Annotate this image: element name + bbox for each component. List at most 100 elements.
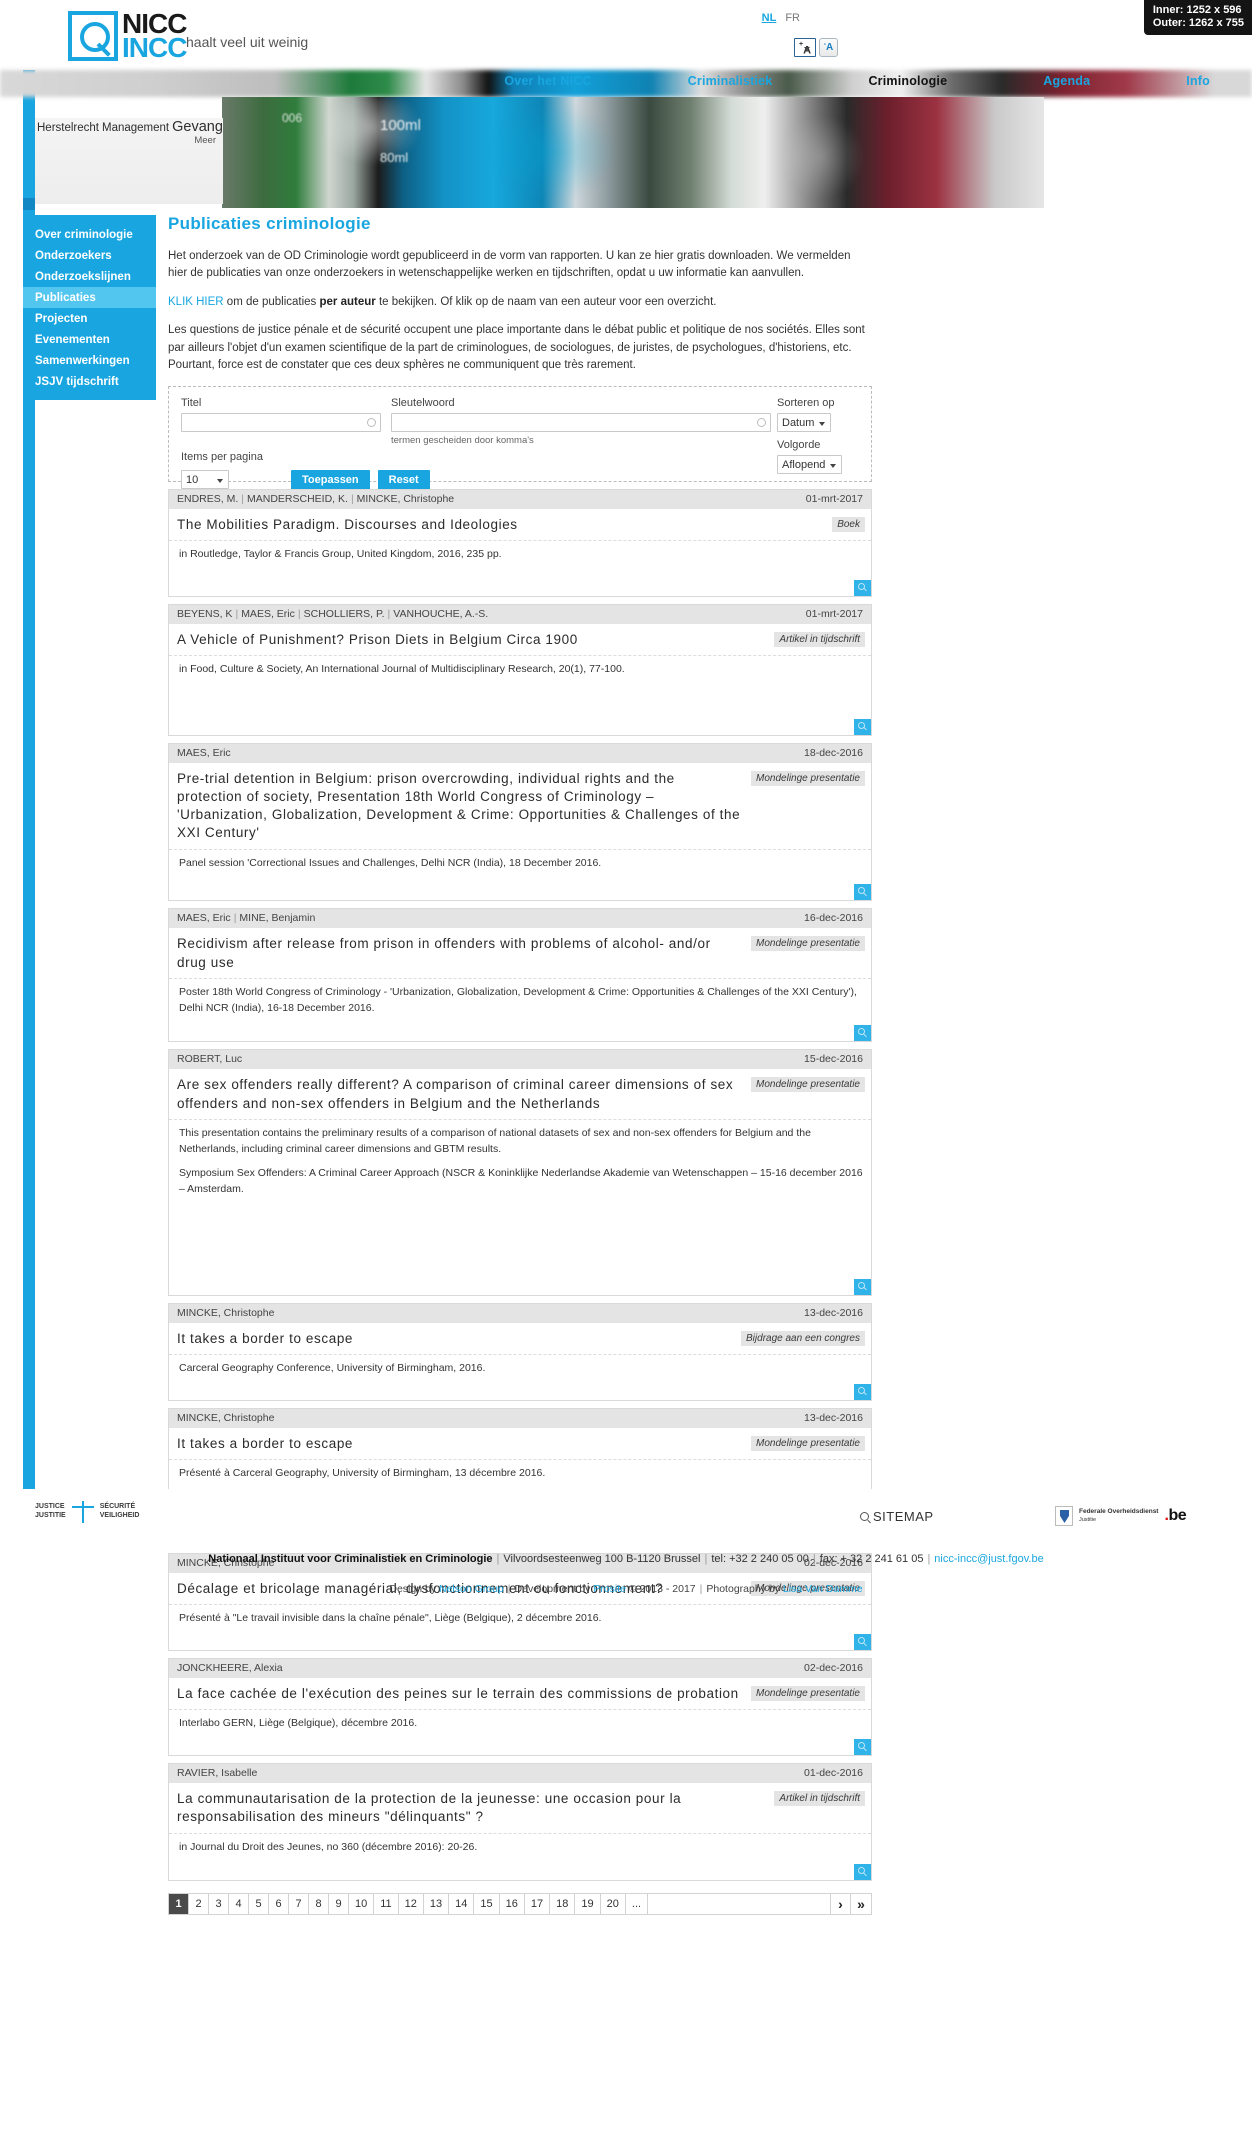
publication-detail-button[interactable] — [854, 718, 871, 735]
author-link[interactable]: MAES, Eric — [177, 747, 231, 759]
publication-title[interactable]: Are sex offenders really different? A co… — [177, 1076, 751, 1112]
publication-card[interactable]: MAES, Eric | MINE, Benjamin 16-dec-2016 Reci… — [168, 908, 872, 1043]
author-link[interactable]: JONCKHEERE, Alexia — [177, 1662, 283, 1674]
pagination-page-7[interactable]: 7 — [289, 1894, 309, 1915]
sitemap-link[interactable]: SITEMAP — [860, 1509, 934, 1524]
publication-title[interactable]: The Mobilities Paradigm. Discourses and … — [177, 516, 832, 534]
sidebar-item-samenwerkingen[interactable]: Samenwerkingen — [23, 350, 156, 371]
author-link[interactable]: BEYENS, K — [177, 608, 232, 620]
publication-detail-button[interactable] — [854, 1634, 871, 1651]
tagcloud-tag[interactable]: Herstelrecht — [37, 122, 99, 134]
publication-detail-button[interactable] — [854, 1278, 871, 1295]
pagination-page-6[interactable]: 6 — [269, 1894, 289, 1915]
pagination-page-19[interactable]: 19 — [575, 1894, 601, 1915]
pagination-page-15[interactable]: 15 — [474, 1894, 500, 1915]
publication-detail-button[interactable] — [854, 1739, 871, 1756]
pagination-page-...[interactable]: ... — [626, 1894, 649, 1915]
publication-card[interactable]: RAVIER, Isabelle 01-dec-2016 La communauta… — [168, 1763, 872, 1882]
lang-nl-link[interactable]: NL — [762, 12, 777, 24]
development-credit-link[interactable]: Prosite — [593, 1583, 626, 1595]
site-logo[interactable]: NICC INCC — [68, 9, 187, 62]
author-link[interactable]: MANDERSCHEID, K. — [247, 493, 348, 505]
sidebar-item-onderzoekslijnen[interactable]: Onderzoekslijnen — [23, 266, 156, 287]
font-decrease-button[interactable]: -A — [819, 38, 838, 57]
clear-icon[interactable] — [367, 417, 376, 427]
nav-item-criminologie[interactable]: Criminologie — [868, 74, 947, 96]
publication-detail-button[interactable] — [854, 1864, 871, 1881]
nav-item-info[interactable]: Info — [1186, 74, 1210, 96]
publication-title[interactable]: La face cachée de l'exécution des peines… — [177, 1685, 751, 1703]
filter-items-select[interactable]: 10 — [181, 470, 229, 490]
author-link[interactable]: ENDRES, M. — [177, 493, 238, 505]
pagination-page-5[interactable]: 5 — [249, 1894, 269, 1915]
publication-title[interactable]: It takes a border to escape — [177, 1435, 751, 1453]
pagination-last-button[interactable]: » — [851, 1894, 871, 1914]
pagination-next-button[interactable]: › — [831, 1894, 851, 1915]
publication-card[interactable]: MINCKE, Christophe 13-dec-2016 It takes a … — [168, 1302, 872, 1401]
pagination-page-10[interactable]: 10 — [349, 1894, 375, 1915]
sidebar-item-over-criminologie[interactable]: Over criminologie — [23, 224, 156, 245]
sidebar-item-publicaties[interactable]: Publicaties — [23, 287, 156, 308]
pagination-page-8[interactable]: 8 — [309, 1894, 329, 1915]
author-link[interactable]: VANHOUCHE, A.-S. — [393, 608, 488, 620]
sidebar-item-onderzoekers[interactable]: Onderzoekers — [23, 245, 156, 266]
publication-title[interactable]: Pre-trial detention in Belgium: prison o… — [177, 770, 751, 843]
author-link[interactable]: MAES, Eric — [177, 912, 231, 924]
publication-detail-button[interactable] — [854, 1383, 871, 1400]
pagination-page-11[interactable]: 11 — [374, 1894, 399, 1915]
filter-keyword-input[interactable] — [391, 412, 771, 432]
pagination-page-17[interactable]: 17 — [525, 1894, 551, 1915]
publication-card[interactable]: JONCKHEERE, Alexia 02-dec-2016 La face cac… — [168, 1658, 872, 1757]
pagination-page-13[interactable]: 13 — [424, 1894, 450, 1915]
tagcloud-more-link[interactable]: Meer — [194, 136, 216, 146]
publication-title[interactable]: A Vehicle of Punishment? Prison Diets in… — [177, 631, 774, 649]
pagination-page-3[interactable]: 3 — [209, 1894, 229, 1915]
nav-item-criminalistiek[interactable]: Criminalistiek — [688, 74, 773, 96]
klik-hier-link[interactable]: KLIK HIER — [168, 296, 224, 308]
filter-sort-select[interactable]: Datum — [777, 412, 831, 432]
publication-card[interactable]: MINCKE, Christophe 02-dec-2016 Décalage et… — [168, 1553, 872, 1652]
tagcloud-tag[interactable]: Management — [102, 122, 169, 134]
design-credit-link[interactable]: Nelson Group — [439, 1583, 504, 1595]
author-link[interactable]: SCHOLLIERS, P. — [304, 608, 385, 620]
publication-title[interactable]: It takes a border to escape — [177, 1330, 741, 1348]
author-link[interactable]: RAVIER, Isabelle — [177, 1767, 257, 1779]
author-link[interactable]: MINE, Benjamin — [239, 912, 315, 924]
sidebar-item-evenementen[interactable]: Evenementen — [23, 329, 156, 350]
pagination-page-18[interactable]: 18 — [550, 1894, 576, 1915]
publication-title[interactable]: La communautarisation de la protection d… — [177, 1790, 774, 1826]
author-link[interactable]: MAES, Eric — [241, 608, 295, 620]
pagination-page-16[interactable]: 16 — [500, 1894, 525, 1915]
fod-justice-logo[interactable]: Federale Overheidsdienst Justitie .be — [1055, 1506, 1187, 1526]
lang-fr-link[interactable]: FR — [785, 12, 800, 24]
photography-credit-link[interactable]: Lisa Van Damme — [783, 1583, 863, 1595]
pagination-page-9[interactable]: 9 — [329, 1894, 349, 1915]
clear-icon[interactable] — [757, 417, 766, 427]
sidebar-item-jsjv-tijdschrift[interactable]: JSJV tijdschrift — [23, 371, 156, 392]
pagination-page-4[interactable]: 4 — [229, 1894, 249, 1915]
author-link[interactable]: MINCKE, Christophe — [177, 1412, 274, 1424]
pagination-page-2[interactable]: 2 — [189, 1894, 209, 1915]
nav-item-over-het-nicc[interactable]: Over het NICC — [504, 74, 591, 96]
filter-title-input[interactable] — [181, 412, 381, 432]
publication-card[interactable]: MAES, Eric 18-dec-2016 Pre-trial detention… — [168, 742, 872, 902]
nav-item-agenda[interactable]: Agenda — [1043, 74, 1090, 96]
footer-email-link[interactable]: nicc-incc@just.fgov.be — [934, 1553, 1043, 1565]
pagination-page-20[interactable]: 20 — [601, 1894, 626, 1915]
filter-order-select[interactable]: Aflopend — [777, 454, 842, 474]
publication-detail-button[interactable] — [854, 579, 871, 596]
font-increase-button[interactable]: +A — [794, 38, 816, 57]
author-link[interactable]: ROBERT, Luc — [177, 1053, 242, 1065]
publication-detail-button[interactable] — [854, 884, 871, 901]
publication-title[interactable]: Recidivism after release from prison in … — [177, 935, 751, 971]
author-link[interactable]: MINCKE, Christophe — [357, 493, 454, 505]
pagination-page-1[interactable]: 1 — [169, 1894, 189, 1915]
apply-button[interactable]: Toepassen — [291, 469, 370, 490]
sidebar-item-projecten[interactable]: Projecten — [23, 308, 156, 329]
reset-button[interactable]: Reset — [377, 469, 430, 490]
author-link[interactable]: MINCKE, Christophe — [177, 1307, 274, 1319]
tagcloud-tag[interactable]: Gevangenis — [172, 119, 223, 135]
publication-detail-button[interactable] — [854, 1025, 871, 1042]
publication-card[interactable]: ENDRES, M. | MANDERSCHEID, K. | MINCKE, Chri… — [168, 488, 872, 597]
publication-card[interactable]: BEYENS, K | MAES, Eric | SCHOLLIERS, P. | VANH… — [168, 603, 872, 736]
